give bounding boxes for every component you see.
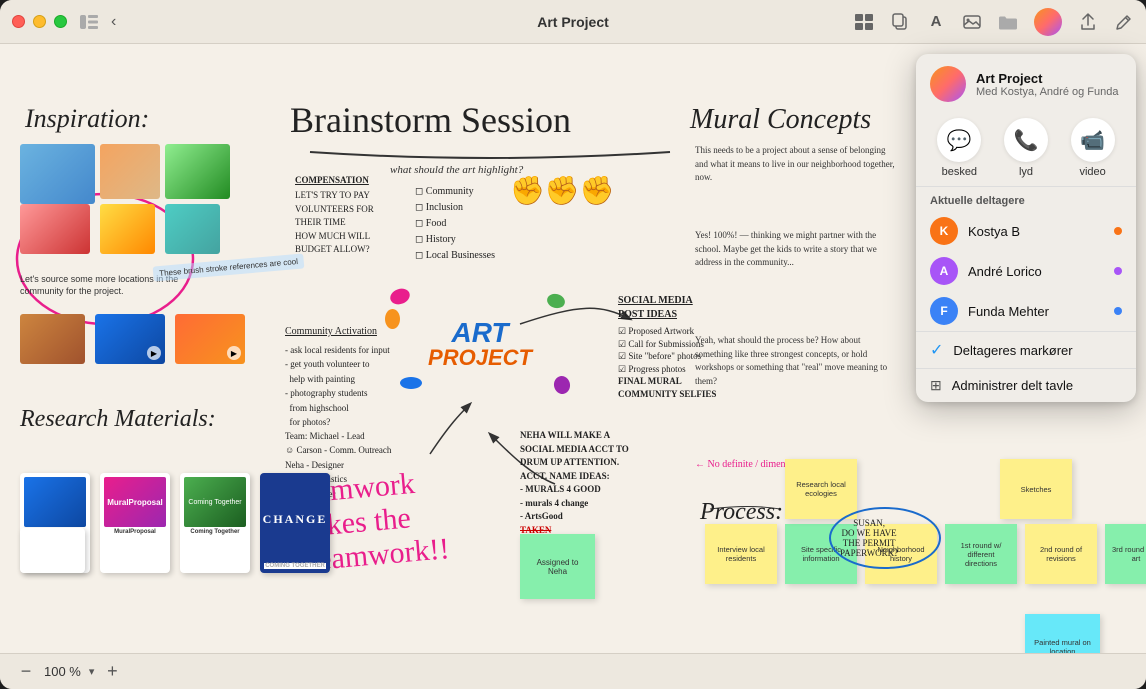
sticky-assigned-neha: Assigned to Neha	[520, 534, 595, 599]
table-icon[interactable]	[854, 12, 874, 32]
inspiration-image-8: ▶	[95, 314, 165, 364]
sticky-2nd-round: 2nd round of revisions	[1025, 524, 1097, 584]
share-icon[interactable]	[1078, 12, 1098, 32]
doc-mural-proposal-2: MuralProposal MuralProposal	[100, 473, 170, 573]
art-highlight-question: what should the art highlight?	[390, 164, 523, 176]
name-funda: Funda Mehter	[968, 304, 1104, 319]
name-andre: André Lorico	[968, 264, 1104, 279]
process-heading: Process:	[700, 499, 783, 526]
manage-label: Administrer delt tavle	[952, 378, 1073, 393]
art-project-logo: ART PROJECT	[415, 304, 545, 384]
popup-subtitle: Med Kostya, André og Funda	[976, 86, 1118, 98]
popup-title-area: Art Project Med Kostya, André og Funda	[976, 71, 1118, 98]
user-avatar[interactable]	[1034, 8, 1062, 36]
zoom-out-button[interactable]: −	[16, 662, 36, 682]
name-kostya: Kostya B	[968, 224, 1104, 239]
avatar-funda: F	[930, 297, 958, 325]
option-manage[interactable]: ⊞ Administrer delt tavle	[916, 368, 1136, 402]
zoom-chevron[interactable]: ▾	[89, 665, 95, 678]
sticky-painted-mural: Painted mural on location	[1025, 614, 1100, 653]
markers-label: Deltageres markører	[953, 343, 1072, 358]
message-label: besked	[942, 166, 977, 178]
research-heading: Research Materials:	[20, 406, 216, 433]
brush-note: These brush stroke references are cool	[153, 253, 305, 281]
mural-concepts-text3: Yeah, what should the process be? How ab…	[695, 334, 895, 388]
titlebar-icons: A	[854, 8, 1134, 36]
art-text: ART	[451, 319, 508, 347]
popup-actions: 💬 besked 📞 lyd 📹 video	[916, 110, 1136, 187]
compensation-heading: COMPENSATION	[295, 174, 369, 188]
zoom-in-button[interactable]: +	[102, 662, 122, 682]
indicator-andre	[1114, 267, 1122, 275]
traffic-lights	[12, 15, 67, 28]
participants-section-title: Aktuelle deltagere	[916, 187, 1136, 211]
inspiration-image-4	[20, 204, 90, 254]
sticky-interview: Interview local residents	[705, 524, 777, 584]
window-title: Art Project	[537, 14, 609, 30]
sidebar-toggle-icon[interactable]	[79, 12, 99, 32]
video-label: video	[1079, 166, 1105, 178]
participant-kostya[interactable]: K Kostya B	[916, 211, 1136, 251]
inspiration-image-2	[100, 144, 160, 199]
audio-label: lyd	[1019, 166, 1033, 178]
sticky-research-ecologies: Research local ecologies	[785, 459, 857, 519]
inspiration-image-7	[20, 314, 85, 364]
topics-list: ◻ Community ◻ Inclusion ◻ Food ◻ History…	[415, 184, 495, 264]
sticky-1st-round: 1st round w/ different directions	[945, 524, 1017, 584]
project-text: PROJECT	[428, 347, 532, 369]
manage-icon: ⊞	[930, 377, 942, 394]
doc-small-1	[20, 528, 85, 573]
edit-icon[interactable]	[1114, 12, 1134, 32]
sticky-sketches: Sketches	[1000, 459, 1072, 519]
mural-concepts-heading: Mural Concepts	[690, 104, 871, 136]
sticky-3rd-round: 3rd round final art	[1105, 524, 1146, 584]
popup-header: Art Project Med Kostya, André og Funda	[916, 54, 1136, 110]
mural-concepts-text: This needs to be a project about a sense…	[695, 144, 895, 185]
zoom-level: 100 %	[44, 664, 81, 679]
popup-title: Art Project	[976, 71, 1118, 86]
action-audio[interactable]: 📞 lyd	[1004, 118, 1048, 178]
action-message[interactable]: 💬 besked	[937, 118, 981, 178]
collab-popup: Art Project Med Kostya, André og Funda 💬…	[916, 54, 1136, 402]
avatar-andre: A	[930, 257, 958, 285]
inspiration-image-5	[100, 204, 155, 254]
copy-icon[interactable]	[890, 12, 910, 32]
doc-coming-together: Coming Together Coming Together	[180, 473, 250, 573]
neha-note: NEHA WILL MAKE A SOCIAL MEDIA ACCT TO DR…	[520, 429, 629, 537]
action-video[interactable]: 📹 video	[1071, 118, 1115, 178]
popup-avatar	[930, 66, 966, 102]
inspiration-image-6	[165, 204, 220, 254]
markers-check-icon: ✓	[930, 340, 943, 360]
bottombar: − 100 % ▾ +	[0, 653, 1146, 689]
inspiration-image-1	[20, 144, 95, 204]
inspiration-heading: Inspiration:	[25, 104, 149, 134]
back-button[interactable]: ‹	[107, 11, 120, 33]
video-icon: 📹	[1071, 118, 1115, 162]
inspiration-image-9: ▶	[175, 314, 245, 364]
fist-emoji: ✊✊✊	[510, 174, 615, 207]
avatar-kostya: K	[930, 217, 958, 245]
doc-change: CHANGE COMING TOGETHER	[260, 473, 330, 573]
titlebar: ‹ Art Project A	[0, 0, 1146, 44]
text-format-icon[interactable]: A	[926, 12, 946, 32]
compensation-text: LET'S TRY TO PAYVOLUNTEERS FORTHEIR TIME…	[295, 189, 374, 257]
indicator-funda	[1114, 307, 1122, 315]
phone-icon: 📞	[1004, 118, 1048, 162]
participant-andre[interactable]: A André Lorico	[916, 251, 1136, 291]
brainstorm-heading: Brainstorm Session	[290, 99, 571, 141]
message-icon: 💬	[937, 118, 981, 162]
indicator-kostya	[1114, 227, 1122, 235]
maximize-button[interactable]	[54, 15, 67, 28]
community-activation: Community Activation - ask local residen…	[285, 324, 390, 429]
susan-permit-note: SUSAN,DO WE HAVETHE PERMITPAPERWORK?	[840, 518, 898, 558]
minimize-button[interactable]	[33, 15, 46, 28]
participant-funda[interactable]: F Funda Mehter	[916, 291, 1136, 331]
mural-concepts-text2: Yes! 100%! — thinking we might partner w…	[695, 229, 895, 270]
image-icon[interactable]	[962, 12, 982, 32]
option-markers[interactable]: ✓ Deltageres markører	[916, 331, 1136, 368]
close-button[interactable]	[12, 15, 25, 28]
folder-icon[interactable]	[998, 12, 1018, 32]
inspiration-image-3	[165, 144, 230, 199]
